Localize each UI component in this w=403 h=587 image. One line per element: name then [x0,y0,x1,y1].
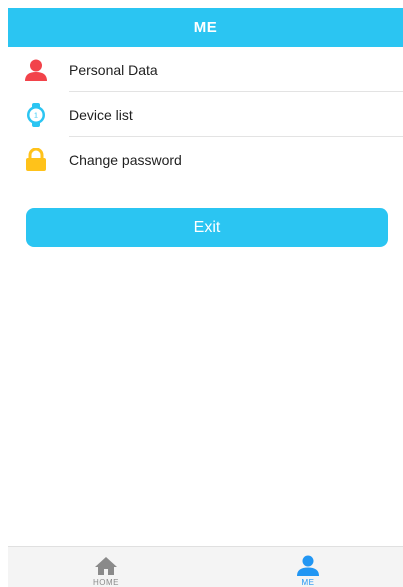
person-icon [22,56,50,84]
home-icon [93,555,119,577]
svg-text:1: 1 [34,112,38,119]
user-icon [295,555,321,577]
menu-item-label: Change password [69,151,182,168]
lock-icon [22,146,50,174]
tab-me[interactable]: ME [268,547,348,587]
settings-menu: Personal Data 1 Device list Change passw… [8,47,403,182]
exit-button[interactable]: Exit [26,208,388,247]
menu-item-change-password[interactable]: Change password [8,137,403,182]
menu-item-personal-data[interactable]: Personal Data [8,47,403,92]
top-bar: ME [8,8,403,47]
bottom-tab-bar: HOME ME [8,546,403,587]
watch-icon: 1 [22,101,50,129]
tab-home[interactable]: HOME [66,547,146,587]
page-title: ME [193,19,218,36]
menu-item-label: Device list [69,106,133,123]
menu-item-device-list[interactable]: 1 Device list [8,92,403,137]
menu-item-label: Personal Data [69,61,158,78]
